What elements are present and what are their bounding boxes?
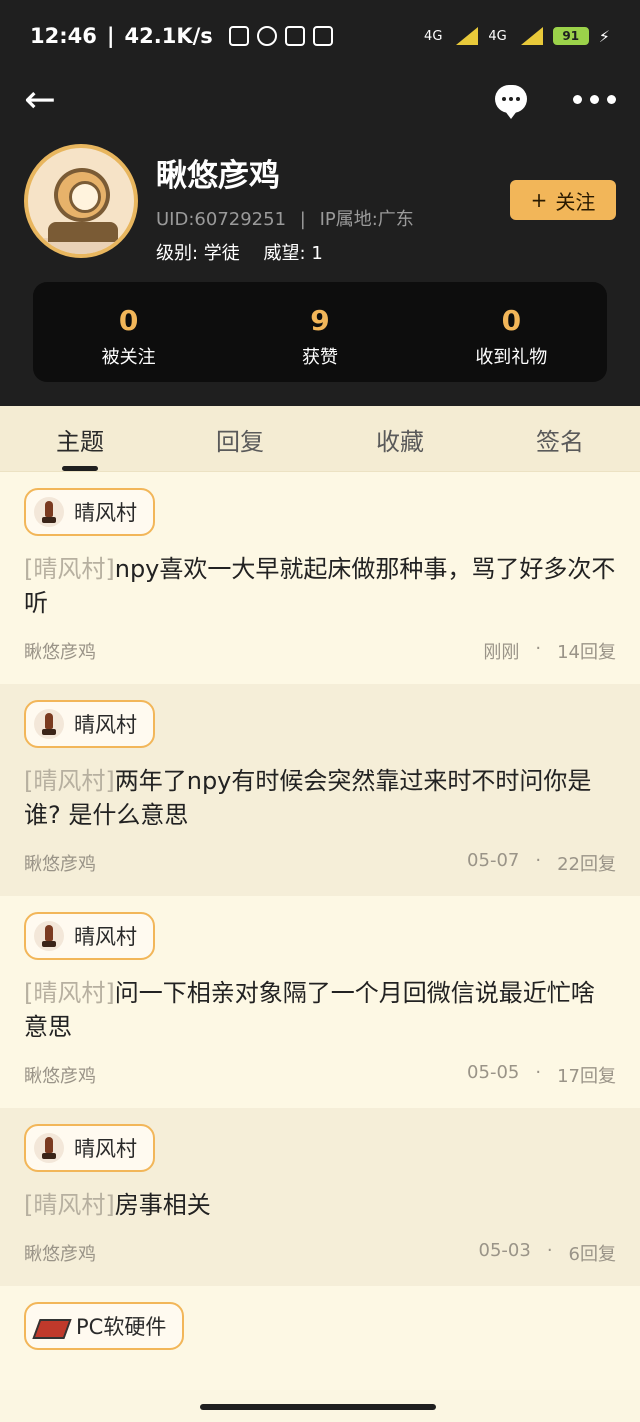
post-item[interactable]: 晴风村 [晴风村]问一下相亲对象隔了一个月回微信说最近忙啥意思 瞅悠彦鸡 05-… <box>0 896 640 1108</box>
nfc-icon <box>284 26 305 46</box>
post-title[interactable]: [晴风村]房事相关 <box>24 1188 616 1222</box>
top-nav: ← <box>0 72 640 126</box>
board-chip[interactable]: PC软硬件 <box>24 1302 185 1350</box>
post-author: 瞅悠彦鸡 <box>24 1244 96 1265</box>
level: 级别: 学徒 <box>156 243 240 264</box>
board-icon <box>34 1133 64 1163</box>
status-bar: 12:46 | 42.1K/s 4G 4G 91 ⚡ <box>30 24 610 48</box>
post-replies: 14回复 <box>557 642 616 663</box>
post-meta: 瞅悠彦鸡 05-07 · 22回复 <box>24 850 616 875</box>
back-arrow-icon[interactable]: ← <box>24 80 56 118</box>
post-author: 瞅悠彦鸡 <box>24 854 96 875</box>
uid-ip-line: UID:60729251 | IP属地:广东 <box>156 209 414 230</box>
post-item[interactable]: 晴风村 [晴风村]npy喜欢一大早就起床做那种事，骂了好多次不听 瞅悠彦鸡 刚刚… <box>0 472 640 684</box>
board-icon <box>34 921 64 951</box>
board-chip[interactable]: 晴风村 <box>24 488 155 536</box>
avatar[interactable] <box>24 144 138 258</box>
post-time: 05-03 <box>478 1240 531 1261</box>
post-time: 05-07 <box>467 850 520 871</box>
chat-bubble-icon[interactable] <box>495 85 527 119</box>
post-meta: 瞅悠彦鸡 刚刚 · 14回复 <box>24 638 616 663</box>
tab-favorites[interactable]: 收藏 <box>320 406 480 471</box>
vibrate-icon <box>228 26 249 46</box>
alarm-icon <box>256 26 277 46</box>
uid: UID:60729251 <box>156 209 287 230</box>
board-chip[interactable]: 晴风村 <box>24 1124 155 1172</box>
app-notification-icon <box>312 26 333 46</box>
post-replies: 6回复 <box>568 1244 616 1265</box>
level-line: 级别: 学徒 威望: 1 <box>156 239 414 265</box>
profile-header: 12:46 | 42.1K/s 4G 4G 91 ⚡ ← 瞅悠彦鸡 UID:60… <box>0 0 640 406</box>
network-type-1: 4G <box>424 28 443 44</box>
signal-icon <box>517 27 543 45</box>
board-icon <box>34 497 64 527</box>
plus-icon: + <box>530 188 548 212</box>
home-indicator[interactable] <box>200 1404 436 1410</box>
signal-icon <box>452 27 479 45</box>
prestige: 威望: 1 <box>263 243 323 264</box>
tab-bar: 主题 回复 收藏 签名 <box>0 406 640 472</box>
follow-button[interactable]: + 关注 <box>510 180 616 220</box>
board-icon <box>34 709 64 739</box>
network-speed: 42.1K/s <box>124 24 213 48</box>
post-time: 05-05 <box>467 1062 520 1083</box>
post-author: 瞅悠彦鸡 <box>24 1066 96 1087</box>
post-feed: 晴风村 [晴风村]npy喜欢一大早就起床做那种事，骂了好多次不听 瞅悠彦鸡 刚刚… <box>0 472 640 1390</box>
network-type-2: 4G <box>488 28 507 44</box>
stat-gifts[interactable]: 0 收到礼物 <box>416 282 607 382</box>
post-meta: 瞅悠彦鸡 05-05 · 17回复 <box>24 1062 616 1087</box>
tab-signature[interactable]: 签名 <box>480 406 640 471</box>
post-time: 刚刚 <box>483 642 520 663</box>
post-item[interactable]: 晴风村 [晴风村]房事相关 瞅悠彦鸡 05-03 · 6回复 <box>0 1108 640 1286</box>
post-replies: 17回复 <box>557 1066 616 1087</box>
more-dots-icon[interactable] <box>573 94 616 104</box>
pc-hardware-icon <box>34 1313 66 1339</box>
status-time: 12:46 <box>30 24 97 48</box>
tab-topics[interactable]: 主题 <box>0 406 160 471</box>
board-chip[interactable]: 晴风村 <box>24 912 155 960</box>
ip-location: IP属地:广东 <box>319 209 414 230</box>
post-replies: 22回复 <box>557 854 616 875</box>
profile-info: 瞅悠彦鸡 UID:60729251 | IP属地:广东 级别: 学徒 威望: 1… <box>24 144 616 264</box>
board-chip[interactable]: 晴风村 <box>24 700 155 748</box>
tab-replies[interactable]: 回复 <box>160 406 320 471</box>
post-title[interactable]: [晴风村]问一下相亲对象隔了一个月回微信说最近忙啥意思 <box>24 976 616 1044</box>
post-title[interactable]: [晴风村]npy喜欢一大早就起床做那种事，骂了好多次不听 <box>24 552 616 620</box>
charging-icon: ⚡ <box>598 26 610 46</box>
battery-icon: 91 <box>552 27 589 45</box>
post-meta: 瞅悠彦鸡 05-03 · 6回复 <box>24 1240 616 1265</box>
post-title[interactable]: [晴风村]两年了npy有时候会突然靠过来时不时问你是谁? 是什么意思 <box>24 764 616 832</box>
stats-panel: 0 被关注 9 获赞 0 收到礼物 <box>33 282 607 382</box>
post-item[interactable]: 晴风村 [晴风村]两年了npy有时候会突然靠过来时不时问你是谁? 是什么意思 瞅… <box>0 684 640 896</box>
post-author: 瞅悠彦鸡 <box>24 642 96 663</box>
username: 瞅悠彦鸡 <box>156 158 280 194</box>
stat-followers[interactable]: 0 被关注 <box>33 282 224 382</box>
post-item[interactable]: PC软硬件 <box>0 1286 640 1390</box>
stat-likes[interactable]: 9 获赞 <box>224 282 415 382</box>
